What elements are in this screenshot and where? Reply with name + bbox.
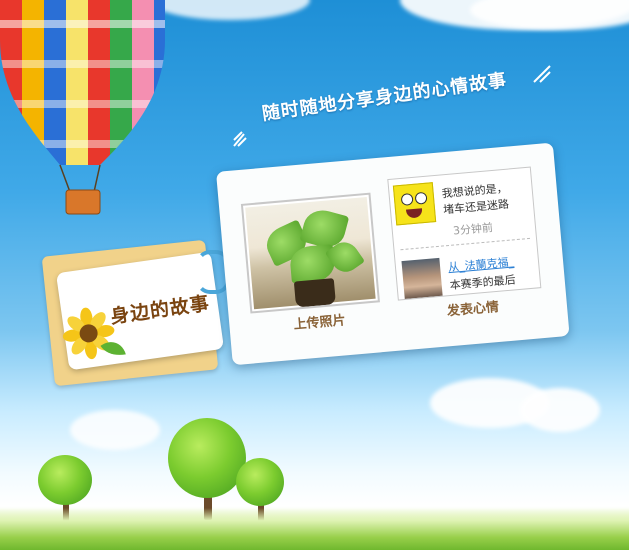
- mood-feed: 我想说的是， 堵车还是迷路 3分钟前 从_法蘭克福_ 本赛季的最后: [387, 166, 542, 301]
- post-mood-link[interactable]: 发表心情: [446, 296, 499, 319]
- mood-text-line: 本赛季的最后: [449, 273, 517, 293]
- upload-photo-link[interactable]: 上传照片: [293, 309, 346, 332]
- grass-ground: [0, 508, 629, 550]
- tree-crown: [236, 458, 284, 506]
- sparkle-icon: [533, 65, 551, 83]
- tag-title: 身边的故事: [109, 292, 212, 329]
- cloud-top-left: [150, 0, 310, 20]
- mouth: [405, 208, 423, 219]
- photo-thumbnail[interactable]: [240, 192, 380, 314]
- tree-crown: [168, 418, 246, 498]
- eye: [400, 192, 414, 206]
- cloud-low-left: [70, 410, 160, 450]
- share-card: 上传照片 我想说的是， 堵车还是迷路 3分钟前 从_法蘭克福_ 本赛季的最后 发…: [216, 142, 570, 366]
- hot-air-balloon-icon: [0, 0, 165, 215]
- avatar[interactable]: [401, 257, 443, 300]
- slogan-text: 随时随地分享身边的心情故事: [260, 69, 509, 125]
- story-banner: 随时随地分享身边的心情故事 身边的故事 上传照片 我想说的是， 堵车还是迷路 3…: [0, 0, 629, 550]
- divider: [400, 237, 531, 251]
- tree-crown: [38, 455, 92, 505]
- cloud-low-right-2: [520, 388, 600, 432]
- mood-timestamp: 3分钟前: [452, 221, 494, 238]
- sparkle-icon: [233, 131, 247, 147]
- eye: [414, 191, 428, 205]
- plant-photo: [245, 196, 376, 310]
- plant-pot: [293, 278, 336, 308]
- avatar[interactable]: [392, 182, 437, 226]
